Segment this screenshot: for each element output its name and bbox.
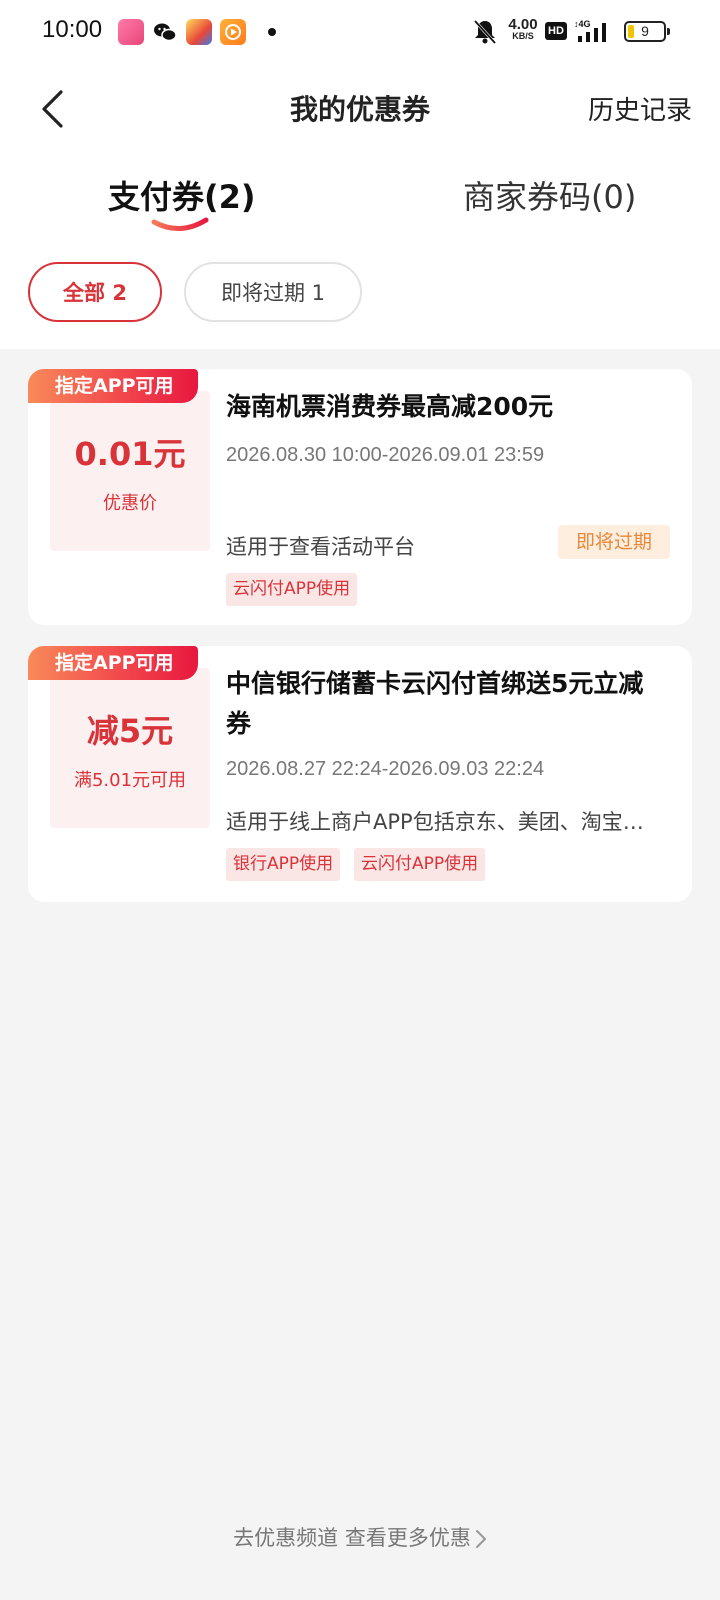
signal-icon: ↕4G	[574, 18, 616, 46]
more-offers-link[interactable]: 去优惠频道 查看更多优惠	[0, 1522, 720, 1552]
coupon-card[interactable]: 减5元 满5.01元可用 指定APP可用 中信银行储蓄卡云闪付首绑送5元立减券 …	[28, 646, 692, 902]
coupon-title: 中信银行储蓄卡云闪付首绑送5元立减券	[226, 669, 644, 738]
coupon-validity: 2026.08.27 22:24-2026.09.03 22:24	[226, 758, 545, 780]
coupon-validity: 2026.08.30 10:00-2026.09.01 23:59	[226, 444, 545, 466]
coupon-scope: 适用于线上商户APP包括京东、美团、淘宝…	[226, 810, 644, 834]
coupon-title: 海南机票消费券最高减200元	[226, 392, 554, 421]
coupon-value-box: 0.01元 优惠价	[50, 391, 210, 551]
wechat-icon	[152, 19, 178, 45]
coupon-value: 0.01元	[74, 435, 186, 473]
weibo-app-icon	[118, 19, 144, 45]
coupon-tag: 指定APP可用	[28, 369, 198, 403]
coupon-card[interactable]: 0.01元 优惠价 指定APP可用 海南机票消费券最高减200元 2026.08…	[28, 369, 692, 625]
battery-icon: 9	[624, 21, 670, 42]
coupon-value: 减5元	[86, 712, 174, 750]
channel-tag: 银行APP使用	[226, 848, 341, 881]
filter-expiring-chip[interactable]: 即将过期 1	[184, 262, 362, 322]
game-app-icon	[186, 19, 212, 45]
coupon-value-sub: 优惠价	[103, 493, 157, 514]
page-title: 我的优惠券	[289, 93, 430, 126]
status-time: 10:00	[42, 16, 103, 43]
hd-icon: HD	[545, 22, 567, 40]
filter-all-chip[interactable]: 全部 2	[28, 262, 162, 322]
network-speed: 4.00 KB/S	[508, 16, 538, 41]
chevron-left-icon	[42, 90, 63, 128]
svg-text:↕4G: ↕4G	[574, 19, 591, 29]
status-bar: 10:00 4.00 KB/S HD ↕4G 9	[0, 0, 720, 64]
coupon-value-box: 减5元 满5.01元可用	[50, 668, 210, 828]
expiring-badge: 即将过期	[558, 525, 670, 559]
notification-dot-icon	[268, 28, 276, 36]
coupon-tag: 指定APP可用	[28, 646, 198, 680]
mute-bell-icon	[472, 18, 498, 46]
channel-tag: 云闪付APP使用	[354, 848, 486, 881]
back-button[interactable]	[30, 84, 74, 134]
video-app-icon	[220, 19, 246, 45]
more-offers-label: 去优惠频道 查看更多优惠	[233, 1526, 471, 1550]
tab-merchant-codes[interactable]: 商家券码(0)	[463, 172, 636, 218]
history-button[interactable]: 历史记录	[588, 90, 692, 127]
chevron-right-icon	[475, 1530, 486, 1548]
tab-active-indicator	[151, 217, 209, 231]
coupon-value-sub: 满5.01元可用	[73, 770, 187, 791]
channel-tag: 云闪付APP使用	[226, 573, 358, 606]
tab-payment-coupons[interactable]: 支付券(2)	[108, 172, 256, 218]
